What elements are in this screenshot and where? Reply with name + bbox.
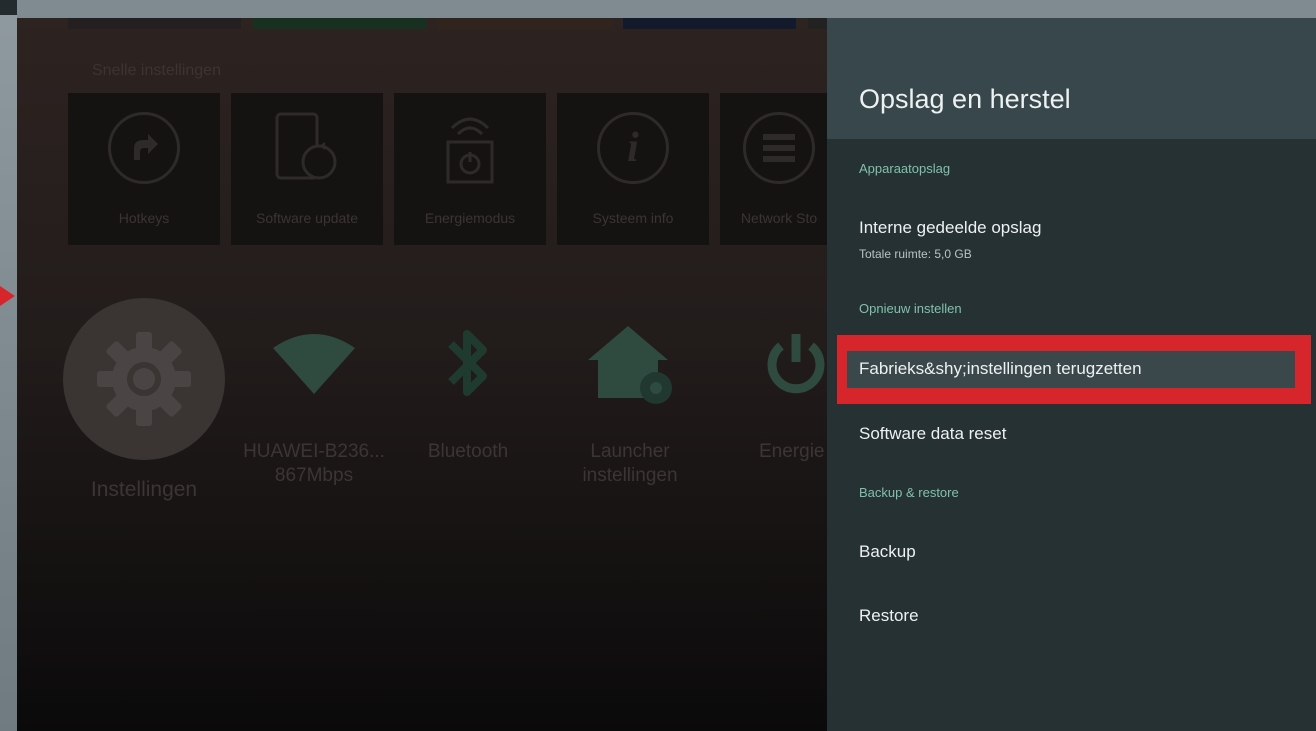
app-label: HUAWEI-B236... (243, 441, 385, 462)
internal-storage-total: Totale ruimte: 5,0 GB (859, 247, 972, 261)
app-label-secondary: 867Mbps (274, 465, 354, 486)
menu-item-factory-reset[interactable]: Fabrieks&shy;instellingen terugzetten (859, 359, 1142, 379)
menu-item-backup[interactable]: Backup (859, 542, 916, 562)
info-icon: i (597, 112, 669, 184)
tile-hotkeys[interactable]: Hotkeys (68, 93, 220, 245)
app-row-item[interactable] (253, 18, 426, 29)
tile-label: Hotkeys (118, 210, 170, 226)
app-row-item[interactable] (623, 18, 796, 29)
tile-label: Energiemodus (424, 210, 516, 226)
tile-label: Systeem info (592, 210, 674, 226)
hotkeys-arrow-icon (108, 112, 180, 184)
app-label: Energie (759, 441, 825, 462)
app-label: Instellingen (90, 478, 198, 501)
app-label-secondary: instellingen (582, 465, 678, 486)
pointer-arrow-icon (0, 286, 15, 306)
app-label: Launcher (590, 441, 670, 462)
app-row-item[interactable] (68, 18, 241, 29)
outer-frame-left (0, 0, 17, 731)
category-backup-restore: Backup & restore (859, 485, 959, 500)
tile-system-info[interactable]: i Systeem info (557, 93, 709, 245)
settings-gear-icon (63, 298, 225, 460)
category-device-storage: Apparaatopslag (859, 161, 951, 176)
launcher-home-icon (588, 326, 672, 404)
energy-mode-icon (446, 117, 494, 184)
tile-label: Network Sto (740, 210, 818, 226)
app-row-item[interactable] (438, 18, 611, 29)
app-settings[interactable]: Instellingen (59, 298, 229, 518)
quick-settings-title: Snelle instellingen (92, 62, 221, 79)
storage-reset-panel: Opslag en herstel Apparaatopslag Interne… (827, 18, 1316, 731)
tile-energy-mode[interactable]: Energiemodus (394, 93, 546, 245)
menu-item-restore[interactable]: Restore (859, 606, 919, 626)
menu-item-software-data-reset[interactable]: Software data reset (859, 424, 1006, 444)
menu-item-internal-storage[interactable]: Interne gedeelde opslag (859, 218, 1041, 238)
outer-frame-corner (0, 0, 17, 15)
app-bluetooth[interactable]: Bluetooth (383, 298, 553, 518)
app-launcher-settings[interactable]: Launcher instellingen (545, 298, 715, 518)
tile-software-update[interactable]: Software update (231, 93, 383, 245)
panel-header: Opslag en herstel (827, 18, 1316, 139)
app-wifi[interactable]: HUAWEI-B236... 867Mbps (229, 298, 399, 518)
bluetooth-icon (448, 330, 487, 396)
tile-network-storage[interactable]: Network Sto (720, 93, 838, 245)
wifi-icon (273, 334, 355, 394)
category-reset: Opnieuw instellen (859, 301, 962, 316)
panel-title: Opslag en herstel (859, 84, 1071, 114)
tile-label: Software update (256, 210, 358, 226)
app-energy[interactable]: Energie (737, 298, 837, 518)
network-storage-icon (743, 112, 815, 184)
software-update-icon (275, 112, 337, 180)
app-label: Bluetooth (427, 441, 509, 462)
power-icon (767, 334, 825, 394)
